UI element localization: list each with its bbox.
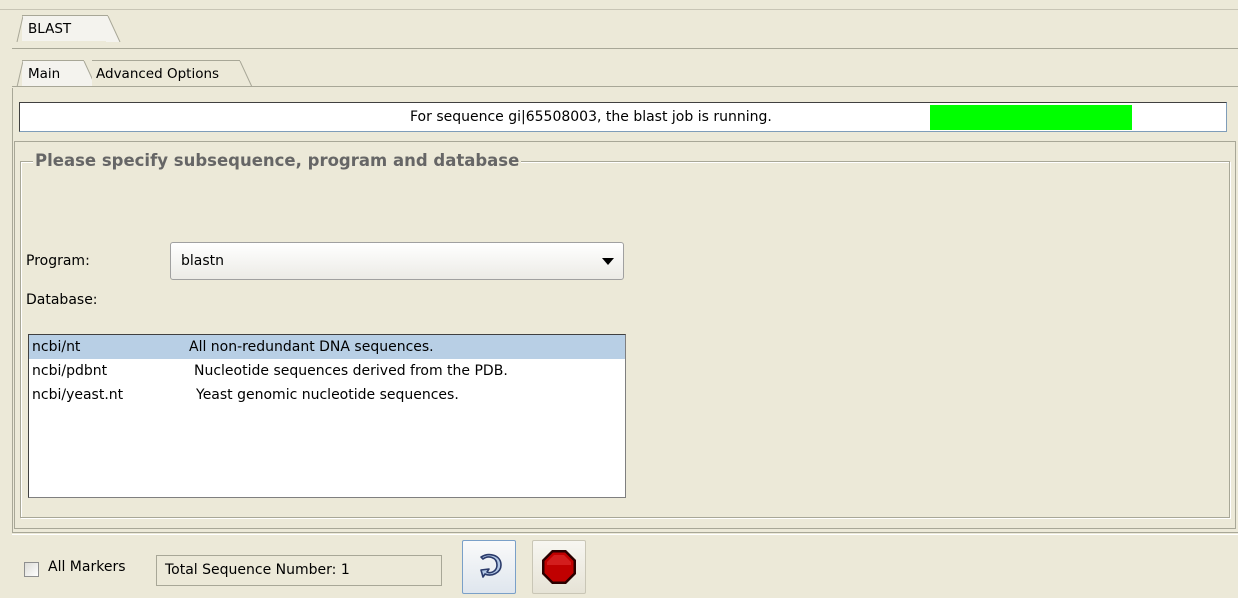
database-label: Database: — [26, 292, 98, 308]
database-name: ncbi/nt — [32, 339, 81, 355]
database-name: ncbi/yeast.nt — [32, 387, 124, 403]
tab-advanced-options-label: Advanced Options — [96, 66, 220, 82]
tab-main[interactable]: Main — [16, 60, 97, 87]
refresh-button[interactable] — [462, 540, 516, 594]
status-message: For sequence gi|65508003, the blast job … — [410, 109, 772, 125]
refresh-icon — [480, 553, 502, 578]
all-markers-label[interactable]: All Markers — [48, 559, 126, 575]
toolbar-divider-highlight — [12, 534, 1238, 535]
stop-button[interactable] — [532, 540, 586, 594]
list-item[interactable]: ncbi/yeast.nt Yeast genomic nucleotide s… — [29, 383, 625, 407]
database-description: Yeast genomic nucleotide sequences. — [196, 387, 459, 403]
list-item[interactable]: ncbi/nt All non-redundant DNA sequences. — [29, 335, 625, 359]
list-item[interactable]: ncbi/pdbnt Nucleotide sequences derived … — [29, 359, 625, 383]
tab-blast[interactable]: BLAST — [16, 15, 121, 42]
job-status-bar: For sequence gi|65508003, the blast job … — [19, 102, 1227, 132]
stop-icon — [542, 550, 576, 584]
tab-edge-left — [16, 61, 23, 87]
database-description: All non-redundant DNA sequences. — [189, 339, 434, 355]
toolbar-divider — [12, 532, 1238, 533]
chevron-down-icon[interactable] — [602, 258, 614, 265]
tab-strip-line — [12, 86, 1238, 87]
tab-advanced-options[interactable]: Advanced Options — [92, 60, 253, 87]
group-title: Please specify subsequence, program and … — [33, 147, 522, 175]
tab-edge-right — [106, 16, 121, 42]
progress-fill — [930, 105, 1132, 130]
database-name: ncbi/pdbnt — [32, 363, 108, 379]
tab-main-label: Main — [28, 66, 61, 82]
tab-edge-right — [239, 61, 253, 87]
tab-edge-left — [16, 16, 23, 42]
tab-strip-line — [12, 48, 1238, 49]
tab-blast-label: BLAST — [28, 21, 72, 37]
program-select[interactable]: blastn — [170, 242, 624, 280]
database-list[interactable]: ncbi/nt All non-redundant DNA sequences.… — [28, 334, 626, 498]
top-divider — [0, 9, 1238, 10]
program-value: blastn — [181, 253, 225, 269]
program-label: Program: — [26, 253, 90, 269]
all-markers-checkbox[interactable] — [24, 562, 39, 577]
total-sequence-field: Total Sequence Number: 1 — [156, 555, 442, 586]
database-description: Nucleotide sequences derived from the PD… — [194, 363, 508, 379]
